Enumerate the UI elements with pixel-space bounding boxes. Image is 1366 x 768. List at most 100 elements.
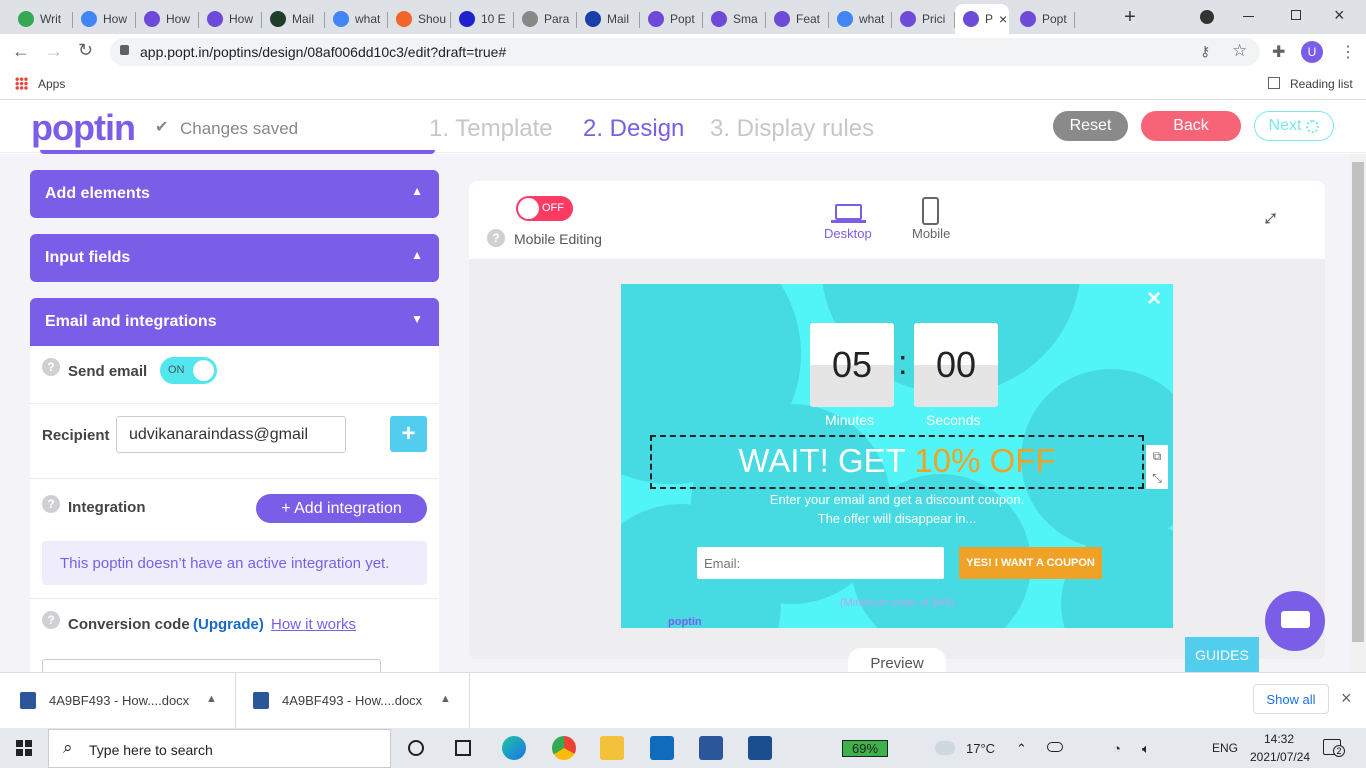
cortana-icon[interactable] (408, 740, 424, 756)
temperature[interactable]: 17°C (966, 741, 995, 756)
tab-search-icon[interactable] (1200, 10, 1214, 24)
poptin-brand-mark[interactable]: poptin (668, 616, 702, 628)
back-arrow-icon[interactable]: ← (12, 41, 30, 62)
browser-tab[interactable]: Prici (892, 4, 955, 34)
cloud-icon[interactable] (1047, 742, 1063, 752)
page-scrollbar[interactable] (1350, 154, 1366, 672)
chevron-up-icon[interactable]: ▲ (206, 693, 217, 705)
browser-tab[interactable]: Mail (262, 4, 325, 34)
chevron-up-icon[interactable]: ▲ (440, 693, 451, 705)
edge-icon[interactable] (502, 736, 526, 760)
add-elements-section[interactable]: Add elements ▲ (30, 170, 439, 218)
close-downloads-icon[interactable]: × (1341, 688, 1352, 709)
reset-button[interactable]: Reset (1053, 111, 1128, 141)
battery-indicator[interactable]: 69% (842, 740, 888, 757)
add-integration-button[interactable]: + Add integration (256, 494, 427, 523)
mobile-view-tab[interactable]: Mobile (908, 196, 958, 242)
step-template[interactable]: 1. Template (429, 115, 553, 143)
browser-tab[interactable]: How (136, 4, 199, 34)
duplicate-icon[interactable]: ⧉ (1146, 445, 1168, 467)
browser-tab[interactable]: Popt (640, 4, 703, 34)
help-icon[interactable]: ? (487, 229, 505, 247)
mobile-editing-toggle[interactable]: OFF (516, 196, 573, 221)
popup-email-input[interactable] (697, 547, 944, 579)
url-text[interactable]: app.popt.in/poptins/design/08af006dd10c3… (140, 44, 506, 60)
coupon-cta-button[interactable]: YES! I WANT A COUPON (959, 547, 1102, 579)
forward-arrow-icon[interactable]: → (45, 41, 63, 62)
browser-tab[interactable]: Mail (577, 4, 640, 34)
browser-tab[interactable]: what (829, 4, 892, 34)
file-explorer-icon[interactable] (600, 736, 624, 760)
recipient-input[interactable] (116, 416, 346, 453)
browser-tab[interactable]: How (199, 4, 262, 34)
browser-tab[interactable]: Popt (1012, 4, 1075, 34)
mail-icon[interactable] (650, 736, 674, 760)
browser-tab[interactable]: Para (514, 4, 577, 34)
windows-start-icon[interactable] (16, 740, 32, 756)
photos-icon[interactable] (748, 736, 772, 760)
browser-tab[interactable]: Feat (766, 4, 829, 34)
minimize-icon[interactable] (1243, 16, 1254, 17)
clock-date[interactable]: 2021/07/24 (1250, 750, 1310, 764)
profile-avatar[interactable]: U (1301, 41, 1323, 63)
popup-close-icon[interactable]: × (1147, 285, 1161, 313)
browser-tab[interactable]: 10 E (451, 4, 514, 34)
send-email-toggle[interactable]: ON (160, 357, 217, 384)
back-button[interactable]: Back (1141, 111, 1241, 141)
resize-icon[interactable]: ⤡ (1146, 467, 1168, 489)
task-view-icon[interactable] (455, 740, 471, 756)
browser-tab[interactable]: How (73, 4, 136, 34)
tab-close-icon[interactable]: × (999, 11, 1007, 27)
key-icon[interactable]: ⚷ (1200, 43, 1210, 60)
email-integrations-section[interactable]: Email and integrations ▼ (30, 298, 439, 346)
network-icon[interactable]: ◔ (1113, 741, 1121, 756)
chat-widget-button[interactable] (1265, 591, 1325, 651)
add-recipient-button[interactable]: + (390, 416, 427, 452)
bookmark-star-icon[interactable]: ☆ (1232, 41, 1247, 61)
reading-list[interactable]: Reading list (1290, 77, 1353, 91)
maximize-icon[interactable] (1291, 10, 1301, 20)
poptin-popup[interactable]: × 05 : 00 Minutes Seconds WAIT! GET 10% … (621, 284, 1173, 628)
apps-grid-icon[interactable] (15, 77, 28, 90)
poptin-logo[interactable]: poptin (31, 107, 136, 149)
browser-tab[interactable]: Writ (10, 4, 73, 34)
input-fields-section[interactable]: Input fields ▲ (30, 234, 439, 282)
volume-icon[interactable]: 🔈︎ (1142, 741, 1150, 757)
bookmark-apps[interactable]: Apps (38, 77, 65, 91)
conversion-code-textarea[interactable] (42, 659, 381, 673)
weather-icon[interactable] (935, 741, 955, 755)
chrome-icon[interactable] (552, 736, 576, 760)
reload-icon[interactable]: ↻ (78, 40, 93, 61)
help-icon[interactable]: ? (42, 358, 60, 376)
guides-button[interactable]: GUIDES (1185, 637, 1259, 672)
preview-button[interactable]: Preview (848, 648, 946, 674)
help-icon[interactable]: ? (42, 495, 60, 513)
download-item[interactable]: 4A9BF493 - How....docx ▲ (236, 673, 470, 728)
taskbar-search-box[interactable]: ⌕ Type here to search (48, 729, 391, 768)
next-button[interactable]: Next (1254, 111, 1334, 141)
extensions-icon[interactable]: ✚ (1272, 42, 1285, 62)
language-indicator[interactable]: ENG (1212, 741, 1238, 755)
desktop-view-tab[interactable]: Desktop (823, 200, 878, 242)
scrollbar-thumb[interactable] (1352, 162, 1364, 642)
show-all-button[interactable]: Show all (1253, 684, 1329, 714)
browser-tab[interactable]: what (325, 4, 388, 34)
step-design[interactable]: 2. Design (583, 115, 684, 143)
browser-tab[interactable]: Shou (388, 4, 451, 34)
tab-active[interactable]: P × (955, 4, 1009, 34)
tray-chevron-up-icon[interactable]: ⌃ (1016, 741, 1027, 757)
upgrade-link[interactable]: (Upgrade) (193, 616, 264, 633)
reading-list-icon[interactable] (1268, 77, 1280, 89)
browser-menu-icon[interactable]: ⋮ (1340, 42, 1356, 62)
notifications-icon[interactable]: 2 (1323, 739, 1345, 757)
clock-time[interactable]: 14:32 (1264, 732, 1294, 746)
word-icon[interactable] (699, 736, 723, 760)
browser-tab[interactable]: Sma (703, 4, 766, 34)
how-it-works-link[interactable]: How it works (271, 616, 356, 633)
download-item[interactable]: 4A9BF493 - How....docx ▲ (0, 673, 236, 728)
close-window-icon[interactable]: × (1334, 5, 1345, 26)
step-display-rules[interactable]: 3. Display rules (710, 115, 874, 143)
new-tab-button[interactable]: + (1120, 6, 1140, 28)
help-icon[interactable]: ? (42, 611, 60, 629)
headline[interactable]: WAIT! GET 10% OFF (650, 442, 1144, 480)
